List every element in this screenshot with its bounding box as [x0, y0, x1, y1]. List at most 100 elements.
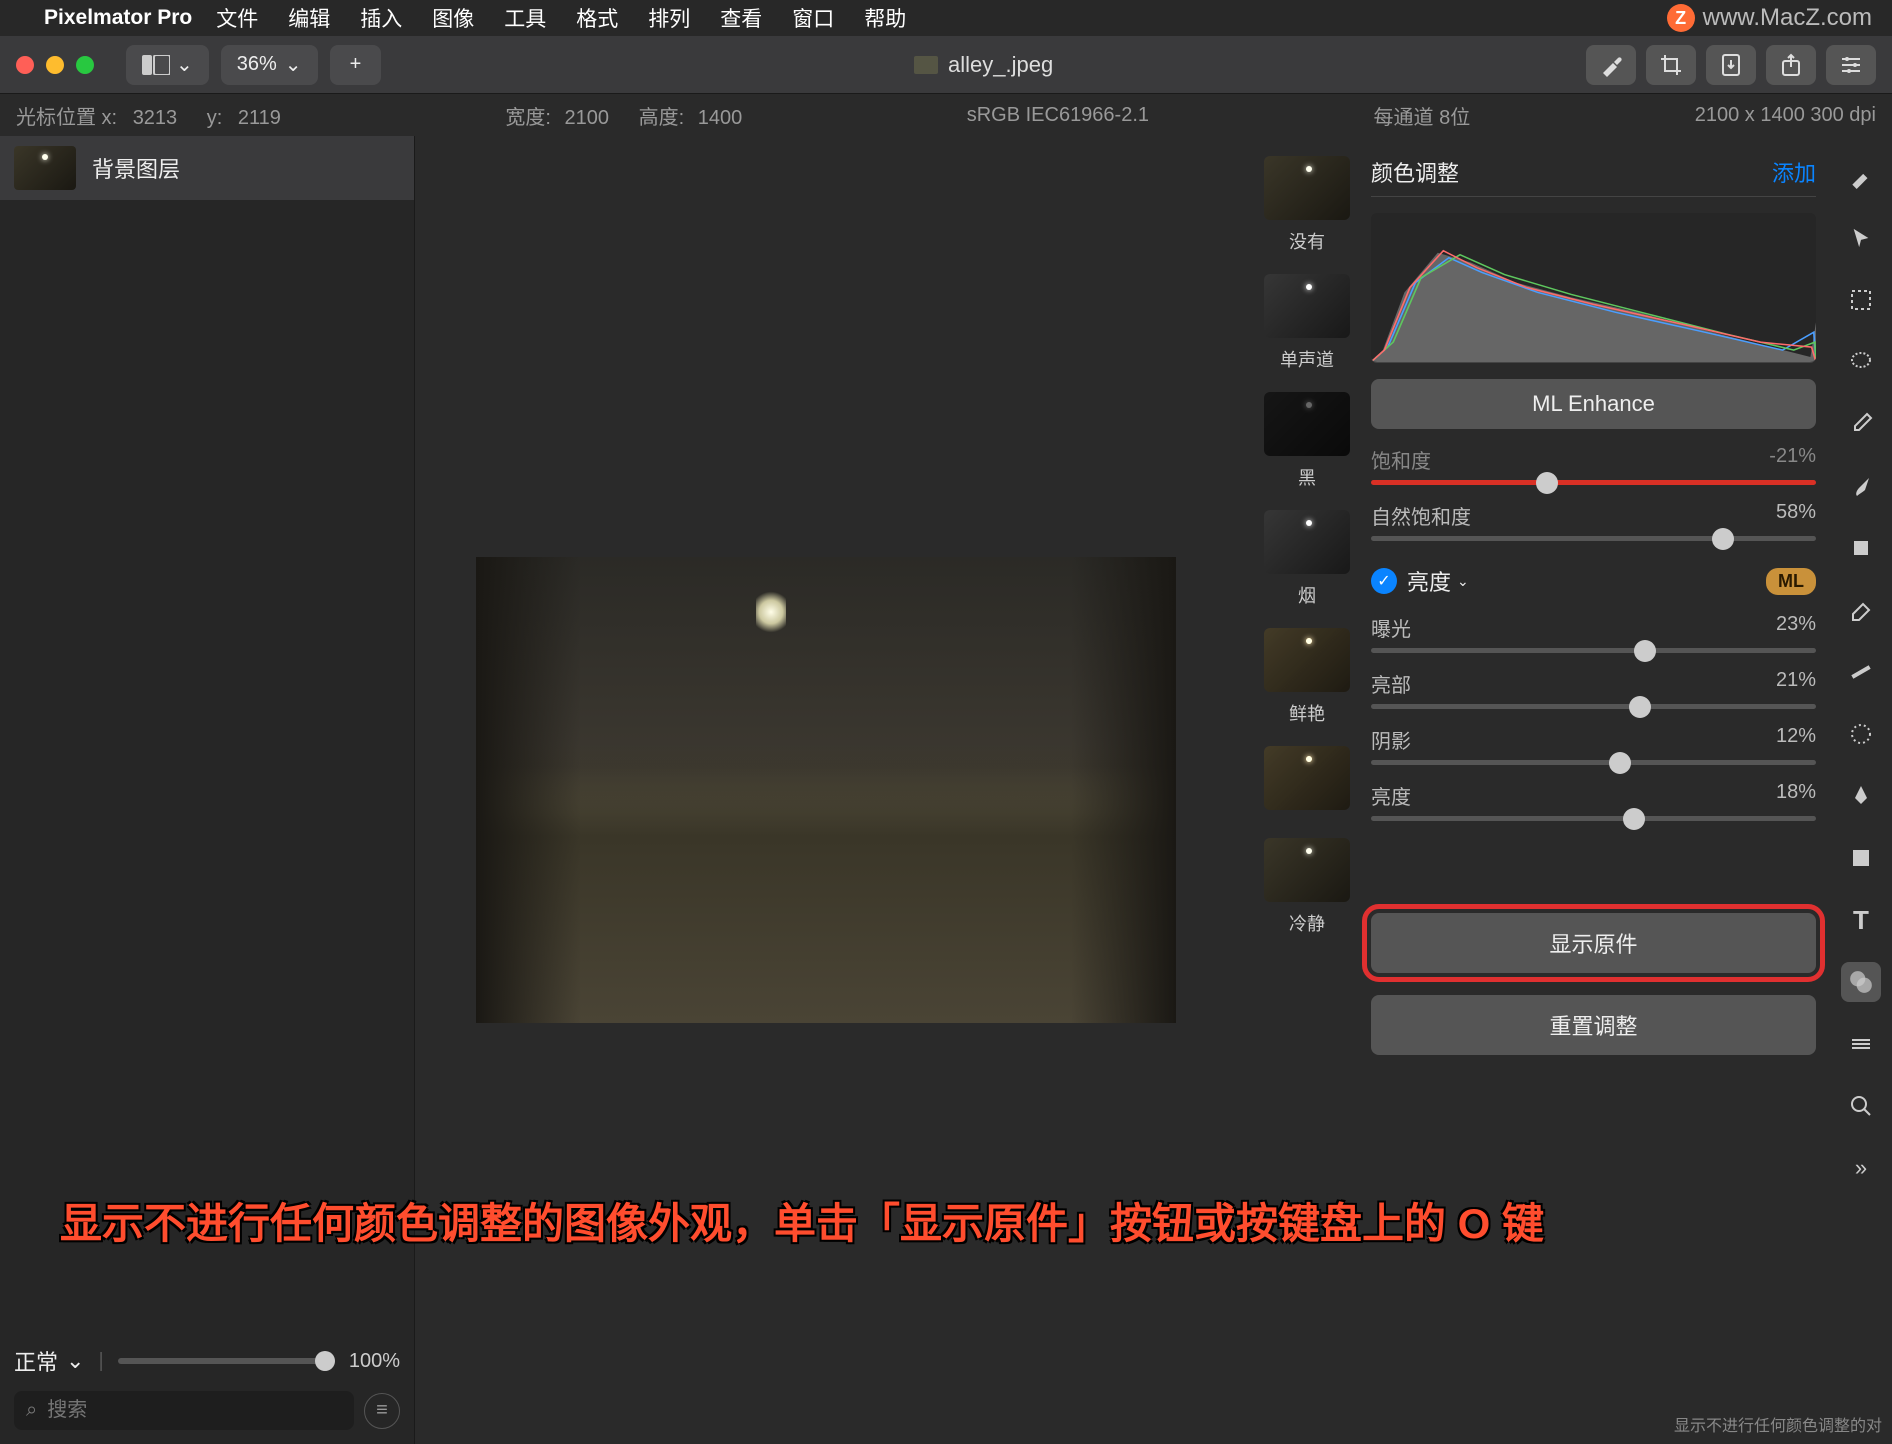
exposure-slider[interactable] [1371, 648, 1816, 653]
show-original-button[interactable]: 显示原件 [1371, 913, 1816, 973]
ml-badge: ML [1766, 568, 1816, 595]
arrow-tool[interactable] [1841, 218, 1881, 258]
menu-file[interactable]: 文件 [216, 3, 258, 33]
preset-cool[interactable]: 冷静 [1264, 838, 1350, 936]
height-value: 1400 [698, 107, 743, 129]
more-tools[interactable]: » [1841, 1148, 1881, 1188]
eyedropper-tool[interactable] [1841, 404, 1881, 444]
document-title: alley_.jpeg [393, 52, 1574, 78]
brightness-group-header[interactable]: ✓ 亮度 ⌄ ML [1371, 565, 1816, 597]
filter-icon[interactable]: ≡ [364, 1393, 400, 1429]
menu-arrange[interactable]: 排列 [648, 3, 690, 33]
watermark-text: www.MacZ.com [1703, 4, 1872, 32]
app-name[interactable]: Pixelmator Pro [44, 6, 192, 30]
menu-insert[interactable]: 插入 [360, 3, 402, 33]
rectangle-tool[interactable] [1841, 838, 1881, 878]
add-adjustment-link[interactable]: 添加 [1772, 156, 1816, 188]
highlights-value: 21% [1776, 669, 1816, 698]
saturation-label: 饱和度 [1371, 445, 1431, 474]
dimensions-dpi: 2100 x 1400 300 dpi [1695, 104, 1876, 127]
lasso-tool[interactable] [1841, 342, 1881, 382]
shadows-slider[interactable] [1371, 760, 1816, 765]
zoom-value: 36% [237, 53, 277, 76]
close-window-button[interactable] [16, 56, 34, 74]
exposure-label: 曝光 [1371, 613, 1411, 642]
brightness-slider[interactable] [1371, 816, 1816, 821]
canvas[interactable] [415, 136, 1237, 1444]
color-picker-tool-button[interactable] [1586, 45, 1636, 85]
text-tool[interactable]: T [1841, 900, 1881, 940]
preset-none[interactable]: 没有 [1264, 156, 1350, 254]
vibrance-slider[interactable] [1371, 536, 1816, 541]
saturation-row: 饱和度 -21% [1371, 445, 1816, 485]
exposure-row: 曝光 23% [1371, 613, 1816, 653]
brightness-value: 18% [1776, 781, 1816, 810]
system-menubar: Pixelmator Pro 文件 编辑 插入 图像 工具 格式 排列 查看 窗… [0, 0, 1892, 36]
layer-item[interactable]: 背景图层 [0, 136, 414, 200]
shadows-row: 阴影 12% [1371, 725, 1816, 765]
heal-tool[interactable] [1841, 652, 1881, 692]
minimize-window-button[interactable] [46, 56, 64, 74]
layer-search-input[interactable] [47, 1399, 342, 1422]
layer-name: 背景图层 [92, 152, 180, 184]
vibrance-row: 自然饱和度 58% [1371, 501, 1816, 541]
menu-window[interactable]: 窗口 [792, 3, 834, 33]
vibrance-label: 自然饱和度 [1371, 501, 1471, 530]
preset-warm[interactable] [1264, 746, 1350, 818]
info-bar: 光标位置 x: 3213 y: 2119 宽度: 2100 高度: 1400 s… [0, 94, 1892, 136]
export-button[interactable] [1706, 45, 1756, 85]
highlights-label: 亮部 [1371, 669, 1411, 698]
marquee-tool[interactable] [1841, 280, 1881, 320]
presets-column: 没有 单声道 黑 烟 鲜艳 冷静 [1257, 156, 1357, 1424]
preset-mono[interactable]: 单声道 [1264, 274, 1350, 372]
menu-format[interactable]: 格式 [576, 3, 618, 33]
sidebar-toggle-button[interactable]: ⌄ [126, 45, 209, 85]
canvas-image [476, 557, 1176, 1023]
zoom-dropdown[interactable]: 36% ⌄ [221, 45, 318, 85]
reset-adjustments-button[interactable]: 重置调整 [1371, 995, 1816, 1055]
bit-depth: 每通道 8位 [1374, 101, 1471, 130]
blend-mode-dropdown[interactable]: 正常 ⌄ [14, 1345, 84, 1377]
document-title-text: alley_.jpeg [948, 52, 1053, 78]
preset-black[interactable]: 黑 [1264, 392, 1350, 490]
maximize-window-button[interactable] [76, 56, 94, 74]
brush-tool[interactable] [1841, 466, 1881, 506]
share-button[interactable] [1766, 45, 1816, 85]
menu-view[interactable]: 查看 [720, 3, 762, 33]
pen-tool[interactable] [1841, 776, 1881, 816]
check-icon: ✓ [1371, 568, 1397, 594]
effects-tool[interactable] [1841, 1024, 1881, 1064]
watermark: Z www.MacZ.com [1667, 4, 1872, 32]
menu-image[interactable]: 图像 [432, 3, 474, 33]
opacity-slider[interactable] [118, 1358, 335, 1364]
crop-tool-button[interactable] [1646, 45, 1696, 85]
bucket-tool[interactable] [1841, 528, 1881, 568]
ml-enhance-button[interactable]: ML Enhance [1371, 379, 1816, 429]
highlights-row: 亮部 21% [1371, 669, 1816, 709]
menu-help[interactable]: 帮助 [864, 3, 906, 33]
color-profile: sRGB IEC61966-2.1 [967, 104, 1149, 127]
exposure-value: 23% [1776, 613, 1816, 642]
preset-vivid[interactable]: 鲜艳 [1264, 628, 1350, 726]
eraser-tool[interactable] [1841, 590, 1881, 630]
cursor-x-value: 3213 [133, 107, 178, 129]
add-button[interactable]: + [330, 45, 382, 85]
tooltip-text: 显示不进行任何颜色调整的对 [1674, 1412, 1882, 1436]
color-adjustments-tool[interactable] [1841, 962, 1881, 1002]
style-tool[interactable] [1841, 156, 1881, 196]
height-label: 高度: [639, 107, 685, 129]
shadows-label: 阴影 [1371, 725, 1411, 754]
cursor-x-label: 光标位置 x: [16, 107, 117, 129]
zoom-tool[interactable] [1841, 1086, 1881, 1126]
saturation-slider[interactable] [1371, 480, 1816, 485]
settings-button[interactable] [1826, 45, 1876, 85]
preset-smoke[interactable]: 烟 [1264, 510, 1350, 608]
window-toolbar: ⌄ 36% ⌄ + alley_.jpeg [0, 36, 1892, 94]
shape-tool[interactable] [1841, 714, 1881, 754]
doc-thumb-icon [914, 56, 938, 74]
menu-edit[interactable]: 编辑 [288, 3, 330, 33]
vibrance-value: 58% [1776, 501, 1816, 530]
highlights-slider[interactable] [1371, 704, 1816, 709]
menu-tools[interactable]: 工具 [504, 3, 546, 33]
adjustments-panel: 没有 单声道 黑 烟 鲜艳 冷静 颜色调整 添加 ML Enhance [1237, 136, 1830, 1444]
